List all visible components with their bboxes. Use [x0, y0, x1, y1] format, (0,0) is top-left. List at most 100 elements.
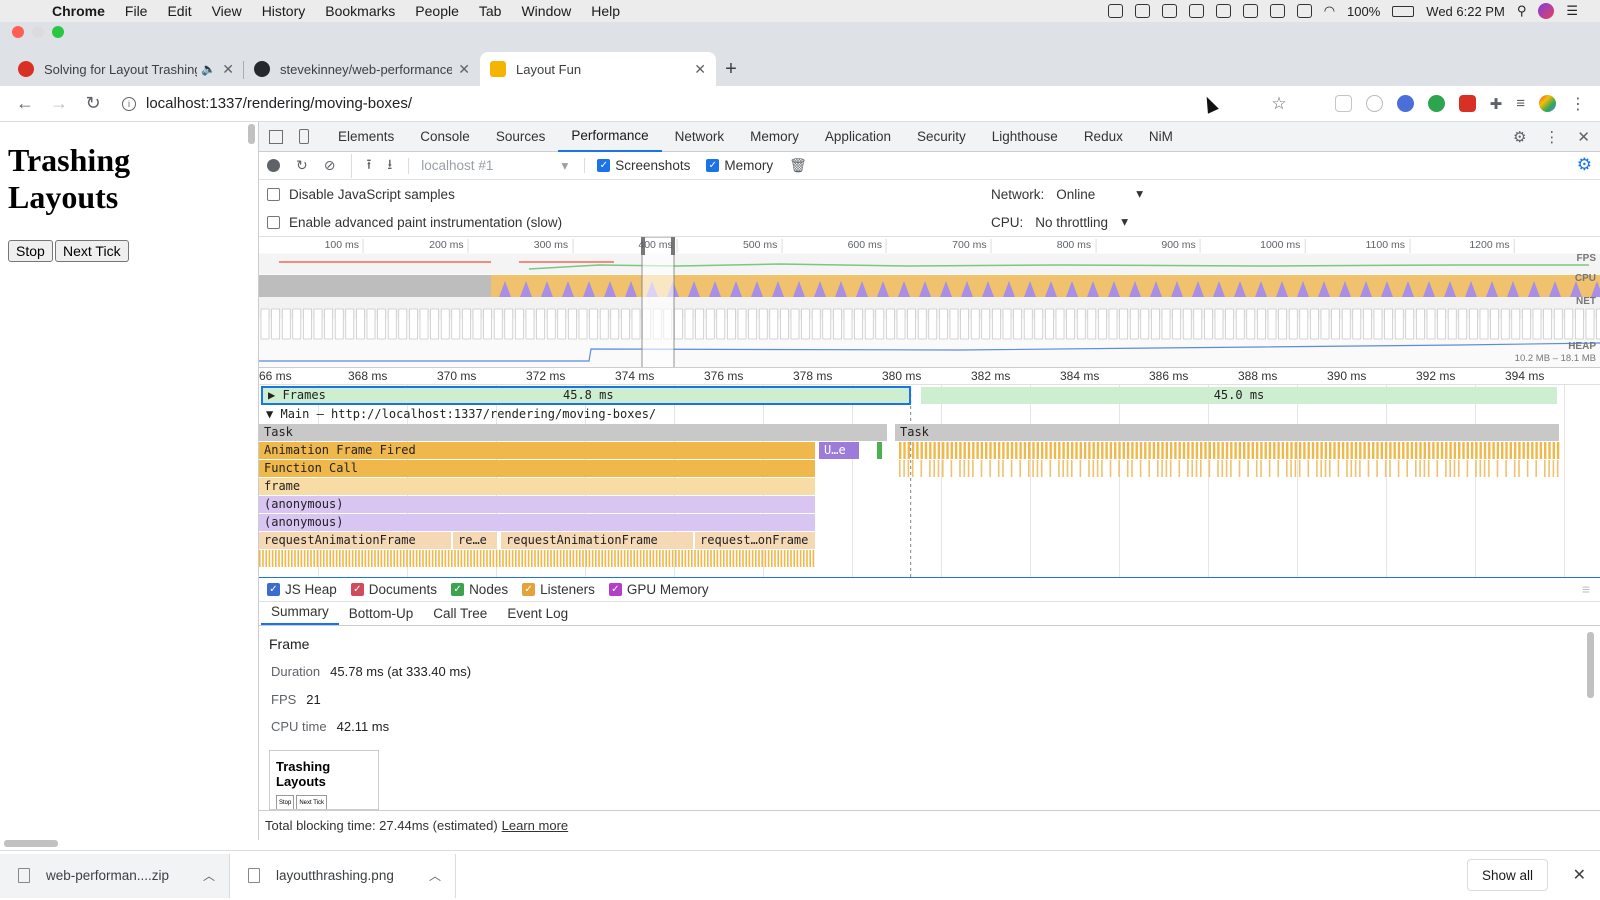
- request-animation-frame-bar[interactable]: requestAnimationFrame: [501, 532, 693, 549]
- settings-gear-icon[interactable]: ⚙: [1513, 128, 1526, 146]
- summary-scrollbar[interactable]: [1587, 632, 1594, 698]
- frame-screenshot-thumbnail[interactable]: Trashing Layouts Stop Next Tick: [269, 750, 379, 810]
- speaker-icon[interactable]: 🔈: [201, 62, 216, 76]
- download-icon[interactable]: ⭳: [387, 154, 392, 178]
- extension-icon[interactable]: [1396, 95, 1414, 112]
- function-call-bar[interactable]: Function Call: [259, 460, 815, 477]
- tab-performance[interactable]: Performance: [558, 122, 662, 152]
- download-item[interactable]: web-performan....zip ︿: [0, 853, 230, 898]
- tab-event-log[interactable]: Event Log: [497, 606, 578, 625]
- checkbox-unchecked-icon[interactable]: [267, 215, 280, 229]
- next-tick-button[interactable]: Next Tick: [55, 240, 129, 262]
- wifi-icon[interactable]: ◠: [1324, 3, 1335, 19]
- tab-call-tree[interactable]: Call Tree: [423, 606, 497, 625]
- listeners-toggle[interactable]: ✓ Listeners: [522, 582, 595, 597]
- request-animation-frame-bar[interactable]: request…onFrame: [695, 532, 815, 549]
- tab-sources[interactable]: Sources: [483, 122, 559, 152]
- tab-bottom-up[interactable]: Bottom-Up: [339, 606, 424, 625]
- screenshots-toggle[interactable]: ✓ Screenshots: [584, 158, 690, 173]
- close-shelf-icon[interactable]: ✕: [1573, 865, 1586, 885]
- menu-edit[interactable]: Edit: [167, 3, 191, 19]
- battery-icon[interactable]: [1392, 5, 1415, 17]
- tab-application[interactable]: Application: [812, 122, 904, 152]
- task-bar[interactable]: Task: [895, 424, 1559, 441]
- menu-people[interactable]: People: [415, 3, 459, 19]
- clock[interactable]: Wed 6:22 PM: [1426, 4, 1505, 19]
- menu-help[interactable]: Help: [591, 3, 620, 19]
- page-scrollbar[interactable]: [248, 124, 255, 144]
- documents-toggle[interactable]: ✓ Documents: [350, 582, 437, 597]
- menu-bookmarks[interactable]: Bookmarks: [325, 3, 395, 19]
- devtools-close-icon[interactable]: ✕: [1577, 128, 1590, 146]
- frame-bar[interactable]: 45.0 ms: [921, 387, 1557, 404]
- profile-select[interactable]: localhost #1 ▾: [408, 157, 568, 174]
- task-bar[interactable]: Task: [259, 424, 887, 441]
- tab-close-icon[interactable]: ✕: [458, 61, 470, 78]
- url-text[interactable]: localhost:1337/rendering/moving-boxes/: [146, 95, 412, 112]
- frame-fn-bar[interactable]: frame: [259, 478, 815, 495]
- close-window-button[interactable]: [12, 26, 24, 38]
- reload-profile-icon[interactable]: ↻: [296, 157, 308, 174]
- stop-button[interactable]: Stop: [8, 240, 53, 262]
- animation-frame-fired-bar[interactable]: Animation Frame Fired: [259, 442, 815, 459]
- chevron-up-icon[interactable]: ︿: [203, 867, 215, 884]
- page-scrollbar-horizontal[interactable]: [4, 840, 58, 847]
- expand-arrow-icon[interactable]: ▶: [268, 388, 275, 402]
- menu-app[interactable]: Chrome: [52, 3, 105, 19]
- checkbox-unchecked-icon[interactable]: [267, 187, 280, 201]
- tab-memory[interactable]: Memory: [737, 122, 812, 152]
- minimize-window-button[interactable]: [32, 26, 44, 38]
- disable-js-samples-label[interactable]: Disable JavaScript samples: [289, 187, 455, 202]
- bookmark-star-icon[interactable]: ☆: [1271, 94, 1286, 114]
- new-tab-button[interactable]: +: [716, 52, 746, 86]
- notification-center-icon[interactable]: ☰: [1566, 3, 1578, 19]
- record-button[interactable]: [267, 159, 280, 172]
- tab-close-icon[interactable]: ✕: [222, 61, 234, 78]
- request-animation-frame-bar[interactable]: requestAnimationFrame: [259, 532, 451, 549]
- learn-more-link[interactable]: Learn more: [502, 818, 568, 833]
- network-select[interactable]: Online: [1056, 187, 1136, 202]
- clear-icon[interactable]: ⊘: [324, 157, 336, 174]
- profile-avatar[interactable]: [1539, 95, 1556, 112]
- extension-icon[interactable]: [1427, 95, 1445, 112]
- tab-elements[interactable]: Elements: [325, 122, 407, 152]
- zoom-window-button[interactable]: [52, 26, 64, 38]
- update-layer-tree-bar[interactable]: U…e: [819, 442, 859, 459]
- puzzle-icon[interactable]: ✚: [1490, 95, 1503, 113]
- tray-app-icon[interactable]: [1161, 4, 1177, 18]
- request-animation-frame-bar[interactable]: re…e: [453, 532, 497, 549]
- js-heap-toggle[interactable]: ✓ JS Heap: [267, 582, 337, 597]
- chevron-up-icon[interactable]: ︿: [429, 867, 441, 884]
- extension-icon[interactable]: [1458, 95, 1476, 112]
- device-toolbar-icon[interactable]: [299, 129, 309, 144]
- back-icon[interactable]: ←: [10, 93, 40, 114]
- devtools-menu-icon[interactable]: ⋮: [1544, 128, 1559, 146]
- dropdown-arrow-icon[interactable]: ▾: [1121, 214, 1128, 230]
- reload-icon[interactable]: ↻: [78, 93, 108, 114]
- extension-icon[interactable]: [1334, 95, 1352, 112]
- flame-chart[interactable]: 66 ms 368 ms 370 ms 372 ms 374 ms 376 ms 378 m…: [259, 368, 1600, 578]
- show-all-button[interactable]: Show all: [1466, 859, 1548, 891]
- cpu-select[interactable]: No throttling: [1035, 215, 1121, 230]
- anonymous-bar[interactable]: (anonymous): [259, 514, 815, 531]
- forward-icon[interactable]: →: [44, 93, 74, 114]
- checkbox-checked-icon[interactable]: ✓: [706, 159, 720, 172]
- siri-icon[interactable]: [1538, 3, 1555, 19]
- capture-settings-icon[interactable]: ⚙: [1577, 155, 1592, 175]
- gpu-memory-toggle[interactable]: ✓ GPU Memory: [608, 582, 709, 597]
- reading-list-icon[interactable]: ≡: [1516, 95, 1525, 112]
- browser-tab-active[interactable]: Layout Fun ✕: [480, 52, 716, 86]
- checkbox-checked-icon[interactable]: ✓: [267, 583, 280, 596]
- advanced-paint-label[interactable]: Enable advanced paint instrumentation (s…: [289, 215, 562, 230]
- checkbox-checked-icon[interactable]: ✓: [522, 583, 536, 596]
- checkbox-checked-icon[interactable]: ✓: [597, 159, 611, 172]
- tab-close-icon[interactable]: ✕: [694, 61, 706, 78]
- tray-app-icon[interactable]: [1269, 4, 1285, 18]
- tab-network[interactable]: Network: [662, 122, 738, 152]
- tray-app-icon[interactable]: [1242, 4, 1258, 18]
- nodes-toggle[interactable]: ✓ Nodes: [451, 582, 508, 597]
- tab-lighthouse[interactable]: Lighthouse: [979, 122, 1071, 152]
- trash-icon[interactable]: 🗑: [789, 157, 807, 174]
- main-thread-header[interactable]: ▼ Main — http://localhost:1337/rendering…: [261, 406, 961, 423]
- menu-view[interactable]: View: [212, 3, 242, 19]
